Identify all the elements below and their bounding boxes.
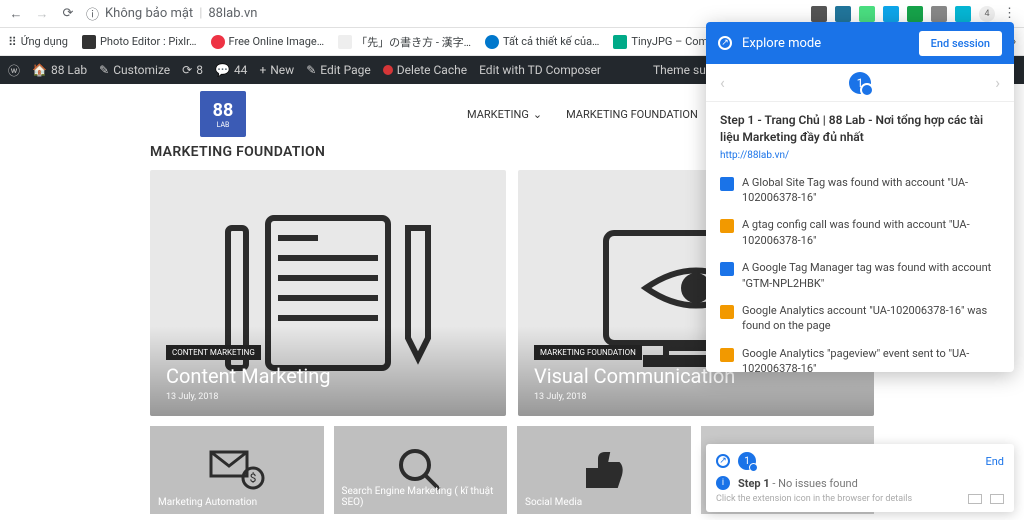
card-date: 13 July, 2018 [166, 392, 490, 402]
bookmark-item[interactable]: Photo Editor : Pixlr… [82, 35, 197, 49]
wp-updates[interactable]: ⟳ 8 [182, 63, 203, 77]
panel-message: A gtag config call was found with accoun… [720, 211, 1000, 254]
wp-new[interactable]: + New [259, 63, 294, 77]
msg-text: Google Analytics account "UA-102006378-1… [742, 303, 1000, 334]
layout-icon[interactable] [990, 494, 1004, 504]
panel-message: Google Analytics account "UA-102006378-1… [720, 297, 1000, 340]
nav-item[interactable]: MARKETING FOUNDATION [566, 108, 698, 121]
msg-icon [720, 262, 734, 276]
ext-icon[interactable] [907, 6, 923, 22]
card-tag: MARKETING FOUNDATION [534, 345, 642, 360]
panel-body: Step 1 - Trang Chủ | 88 Lab - Nơi tổng h… [706, 102, 1014, 372]
reload-icon[interactable]: ⟳ [60, 6, 76, 22]
msg-text: Google Analytics "pageview" event sent t… [742, 346, 1000, 372]
explore-icon: ↗ [716, 454, 730, 468]
msg-icon [720, 348, 734, 362]
nav-item[interactable]: MARKETING ⌄ [467, 108, 542, 121]
panel-title: Explore mode [742, 36, 909, 51]
page-url: 88lab.vn [208, 6, 257, 21]
address-bar[interactable]: ⓘ Không bảo mật | 88lab.vn [86, 4, 801, 23]
msg-icon [720, 305, 734, 319]
menu-icon[interactable]: ⋮ [1003, 6, 1016, 21]
bookmark-item[interactable]: 「先」の書き方 - 漢字… [338, 34, 471, 50]
bookmark-item[interactable]: Free Online Image… [211, 35, 325, 49]
end-session-button[interactable]: End session [919, 31, 1002, 56]
chevron-down-icon: ⌄ [533, 108, 542, 121]
card-date: 13 July, 2018 [534, 392, 858, 402]
panel-message: A Google Tag Manager tag was found with … [720, 254, 1000, 297]
bookmark-item[interactable]: Tất cả thiết kế của… [485, 35, 599, 49]
step-url[interactable]: http://88lab.vn/ [720, 150, 1000, 161]
prev-step-icon[interactable]: ‹ [720, 73, 725, 92]
dock-step: Step 1 - No issues found [738, 477, 858, 490]
wp-edit[interactable]: ✎ Edit Page [306, 63, 371, 77]
card-tag: CONTENT MARKETING [166, 345, 261, 360]
panel-message: Google Analytics "pageview" event sent t… [720, 340, 1000, 372]
step-title: Step 1 - Trang Chủ | 88 Lab - Nơi tổng h… [720, 112, 1000, 146]
info-icon: i [716, 476, 730, 490]
extension-icons: 4 ⋮ [811, 6, 1016, 22]
tile-label: Marketing Automation [158, 497, 316, 508]
wp-site-link[interactable]: 🏠 88 Lab [32, 63, 87, 77]
explore-dock: ↗ 1 End i Step 1 - No issues found Click… [706, 444, 1014, 512]
ext-icon[interactable] [931, 6, 947, 22]
wp-customize[interactable]: ✎ Customize [99, 63, 170, 77]
end-link[interactable]: End [985, 455, 1004, 468]
msg-text: A Global Site Tag was found with account… [742, 175, 1000, 206]
forward-icon[interactable]: → [34, 6, 50, 22]
panel-step-nav: ‹ 1 › [706, 64, 1014, 102]
category-tile[interactable]: $ Marketing Automation [150, 426, 324, 514]
svg-text:$: $ [249, 471, 256, 485]
next-step-icon[interactable]: › [995, 73, 1000, 92]
dock-hint: Click the extension icon in the browser … [716, 494, 1004, 504]
info-icon: ⓘ [86, 4, 99, 23]
panel-header: ↗ Explore mode End session [706, 22, 1014, 64]
wp-delete-cache[interactable]: Delete Cache [383, 63, 467, 77]
wp-composer[interactable]: Edit with TD Composer [479, 63, 601, 77]
explore-icon: ↗ [718, 36, 732, 50]
category-tile[interactable]: Search Engine Marketing ( kĩ thuật SEO) [334, 426, 508, 514]
step-badge[interactable]: 1 [849, 72, 871, 94]
security-status: Không bảo mật [105, 6, 193, 21]
panel-message: A Global Site Tag was found with account… [720, 169, 1000, 212]
profile-avatar[interactable]: 4 [979, 6, 995, 22]
article-card[interactable]: CONTENT MARKETING Content Marketing 13 J… [150, 170, 506, 416]
ext-icon[interactable] [859, 6, 875, 22]
ext-icon[interactable] [955, 6, 971, 22]
explore-panel: ↗ Explore mode End session ‹ 1 › Step 1 … [706, 22, 1014, 372]
step-badge[interactable]: 1 [738, 452, 756, 470]
msg-icon [720, 177, 734, 191]
category-tile[interactable]: Social Media [517, 426, 691, 514]
tile-label: Social Media [525, 497, 683, 508]
card-title: Content Marketing [166, 364, 490, 388]
ext-icon[interactable] [835, 6, 851, 22]
wp-comments[interactable]: 💬 44 [215, 63, 247, 77]
wp-logo-icon[interactable]: ⓦ [8, 62, 20, 79]
msg-icon [720, 219, 734, 233]
tile-label: Search Engine Marketing ( kĩ thuật SEO) [342, 486, 500, 508]
ext-icon[interactable] [811, 6, 827, 22]
back-icon[interactable]: ← [8, 6, 24, 22]
msg-text: A gtag config call was found with accoun… [742, 217, 1000, 248]
apps-button[interactable]: ⠿Ứng dụng [8, 35, 68, 49]
ext-icon[interactable] [883, 6, 899, 22]
msg-text: A Google Tag Manager tag was found with … [742, 260, 1000, 291]
site-logo[interactable]: 88LAB [200, 91, 246, 137]
layout-icon[interactable] [968, 494, 982, 504]
